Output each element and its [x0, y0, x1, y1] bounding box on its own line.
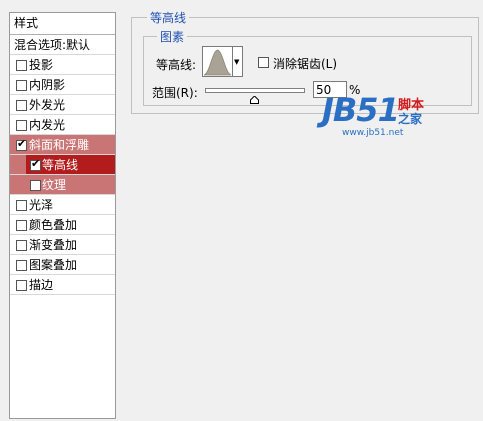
- style-item-texture[interactable]: 纹理: [10, 175, 115, 195]
- contour-group-title: 等高线: [147, 9, 190, 26]
- elements-group-title: 图素: [157, 28, 188, 45]
- style-item-label: 内发光: [29, 118, 66, 132]
- style-item-color-overlay[interactable]: 颜色叠加: [10, 215, 115, 235]
- contour-checkbox[interactable]: ✔: [30, 157, 41, 171]
- style-item-label: 渐变叠加: [29, 238, 78, 252]
- gradient-overlay-checkbox[interactable]: [16, 240, 27, 251]
- style-item-label: 图案叠加: [29, 258, 78, 272]
- blend-options-item[interactable]: 混合选项:默认: [10, 35, 115, 55]
- check-icon: ✔: [31, 157, 41, 170]
- blend-options-label: 混合选项:默认: [14, 38, 91, 52]
- slider-thumb-icon: [250, 95, 259, 104]
- style-item-label: 内阴影: [29, 78, 66, 92]
- inner-shadow-checkbox[interactable]: [16, 80, 27, 91]
- style-item-drop-shadow[interactable]: 投影: [10, 55, 115, 75]
- watermark-url: www.jb51.net: [342, 128, 404, 138]
- stroke-checkbox[interactable]: [16, 280, 27, 291]
- styles-panel: 样式 混合选项:默认 投影 内阴影 外发光 内发光 ✔ 斜面和浮雕 ✔ 等高线 …: [9, 12, 116, 419]
- style-item-label: 外发光: [29, 98, 66, 112]
- texture-checkbox[interactable]: [30, 180, 41, 191]
- style-item-gradient-overlay[interactable]: 渐变叠加: [10, 235, 115, 255]
- style-item-label: 投影: [29, 58, 54, 72]
- style-item-outer-glow[interactable]: 外发光: [10, 95, 115, 115]
- style-item-label: 等高线: [42, 158, 79, 172]
- range-slider-thumb[interactable]: [250, 93, 259, 107]
- style-item-satin[interactable]: 光泽: [10, 195, 115, 215]
- check-icon: ✔: [17, 137, 27, 150]
- contour-dropdown-button[interactable]: ▼: [233, 46, 243, 77]
- style-item-inner-glow[interactable]: 内发光: [10, 115, 115, 135]
- outer-glow-checkbox[interactable]: [16, 100, 27, 111]
- style-item-label: 描边: [29, 278, 54, 292]
- bevel-emboss-checkbox[interactable]: ✔: [16, 137, 27, 151]
- contour-curve-icon: [203, 49, 232, 76]
- anti-alias-label: 消除锯齿(L): [273, 57, 338, 71]
- dropdown-arrow-icon: ▼: [234, 58, 240, 66]
- styles-header[interactable]: 样式: [10, 13, 115, 35]
- pattern-overlay-checkbox[interactable]: [16, 260, 27, 271]
- style-item-pattern-overlay[interactable]: 图案叠加: [10, 255, 115, 275]
- style-item-label: 纹理: [42, 178, 67, 192]
- drop-shadow-checkbox[interactable]: [16, 60, 27, 71]
- watermark-blue-text: 之家: [398, 112, 423, 126]
- contour-preview-icon[interactable]: [202, 46, 233, 77]
- style-item-bevel-emboss[interactable]: ✔ 斜面和浮雕: [10, 135, 115, 155]
- color-overlay-checkbox[interactable]: [16, 220, 27, 231]
- style-item-inner-shadow[interactable]: 内阴影: [10, 75, 115, 95]
- satin-checkbox[interactable]: [16, 200, 27, 211]
- style-item-label: 光泽: [29, 198, 54, 212]
- watermark-logo-text: JB51: [322, 91, 400, 129]
- style-item-stroke[interactable]: 描边: [10, 275, 115, 295]
- style-item-label: 斜面和浮雕: [29, 138, 90, 152]
- style-item-contour[interactable]: ✔ 等高线: [10, 155, 115, 175]
- anti-alias-checkbox[interactable]: [258, 57, 269, 68]
- inner-glow-checkbox[interactable]: [16, 120, 27, 131]
- contour-label: 等高线:: [156, 58, 197, 72]
- watermark-logo: JB51 脚本 之家 www.jb51.net: [322, 90, 452, 140]
- range-label: 范围(R):: [152, 86, 198, 100]
- style-item-label: 颜色叠加: [29, 218, 78, 232]
